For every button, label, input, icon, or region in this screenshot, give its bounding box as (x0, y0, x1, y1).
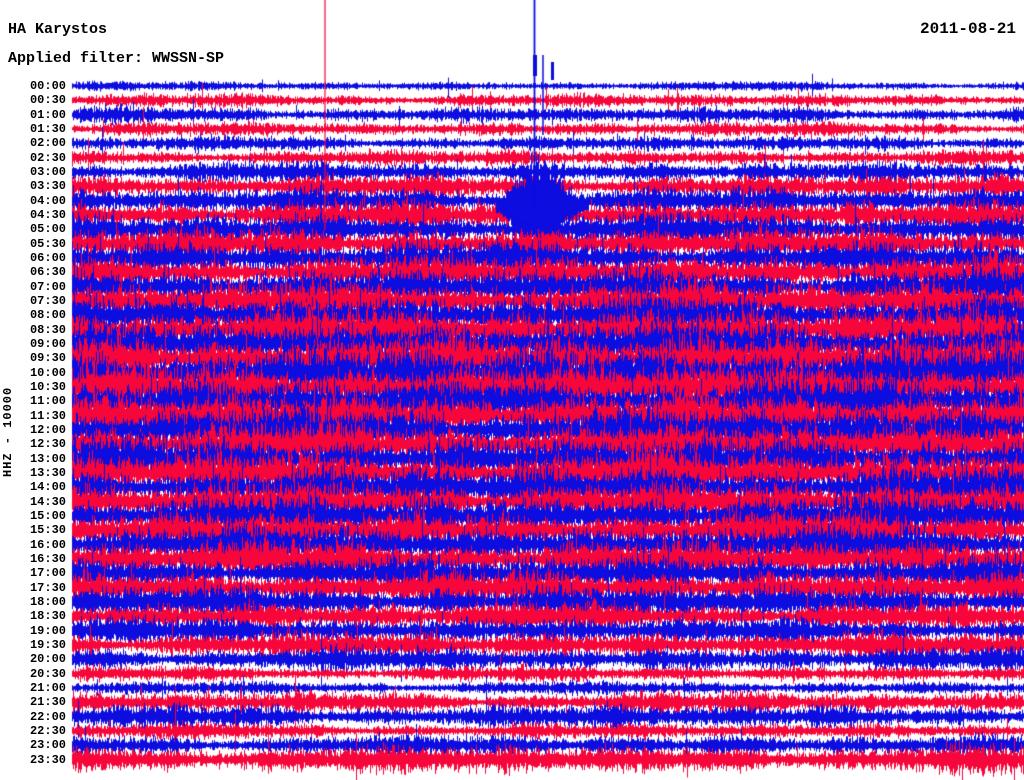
station-title: HA Karystos (8, 21, 108, 38)
time-label: 19:30 (29, 637, 66, 652)
time-label: 08:00 (29, 308, 66, 323)
time-label: 16:00 (29, 537, 66, 552)
time-label: 04:30 (29, 207, 66, 222)
time-label: 05:30 (29, 236, 66, 251)
time-label: 13:30 (29, 465, 66, 480)
time-label: 14:30 (29, 494, 66, 509)
time-label: 12:00 (29, 422, 66, 437)
time-label: 09:30 (29, 351, 66, 366)
date-label: 2011-08-21 (919, 20, 1016, 38)
time-label: 13:00 (29, 451, 66, 466)
time-label: 00:30 (29, 93, 66, 108)
time-label: 05:00 (29, 222, 66, 237)
time-label: 16:30 (29, 551, 66, 566)
time-label: 15:30 (29, 523, 66, 538)
time-label: 21:00 (29, 680, 66, 695)
time-label: 11:00 (29, 394, 66, 409)
applied-filter-label: Applied filter: WWSSN-SP (8, 50, 225, 67)
time-label: 21:30 (29, 695, 66, 710)
time-label: 10:00 (29, 365, 66, 380)
time-label: 22:30 (29, 723, 66, 738)
time-label: 19:00 (29, 623, 66, 638)
time-label: 03:30 (29, 179, 66, 194)
time-label: 23:30 (29, 752, 66, 767)
time-label: 15:00 (29, 508, 66, 523)
time-label: 07:30 (29, 293, 66, 308)
time-label: 02:00 (29, 136, 66, 151)
time-label: 17:30 (29, 580, 66, 595)
time-label: 17:00 (29, 566, 66, 581)
time-label: 20:00 (29, 652, 66, 667)
helicorder-screen: HA Karystos 2011-08-21 Applied filter: W… (0, 0, 1024, 780)
time-label: 23:00 (29, 738, 66, 753)
time-label: 10:30 (29, 379, 66, 394)
time-label: 06:30 (29, 265, 66, 280)
time-label: 03:00 (29, 164, 66, 179)
time-label: 07:00 (29, 279, 66, 294)
time-label: 20:30 (29, 666, 66, 681)
time-label: 18:00 (29, 594, 66, 609)
time-label: 01:00 (29, 107, 66, 122)
time-label: 12:30 (29, 437, 66, 452)
time-label: 04:00 (29, 193, 66, 208)
time-label: 01:30 (29, 121, 66, 136)
time-label: 18:30 (29, 609, 66, 624)
time-label: 00:00 (29, 79, 66, 93)
time-label: 02:30 (29, 150, 66, 165)
time-label: 06:00 (29, 250, 66, 265)
time-label: 22:00 (29, 709, 66, 724)
helicorder-canvas (0, 0, 1024, 780)
time-label: 11:30 (29, 408, 66, 423)
time-label: 14:00 (29, 480, 66, 495)
time-label: 08:30 (29, 322, 66, 337)
time-label: 09:00 (29, 336, 66, 351)
